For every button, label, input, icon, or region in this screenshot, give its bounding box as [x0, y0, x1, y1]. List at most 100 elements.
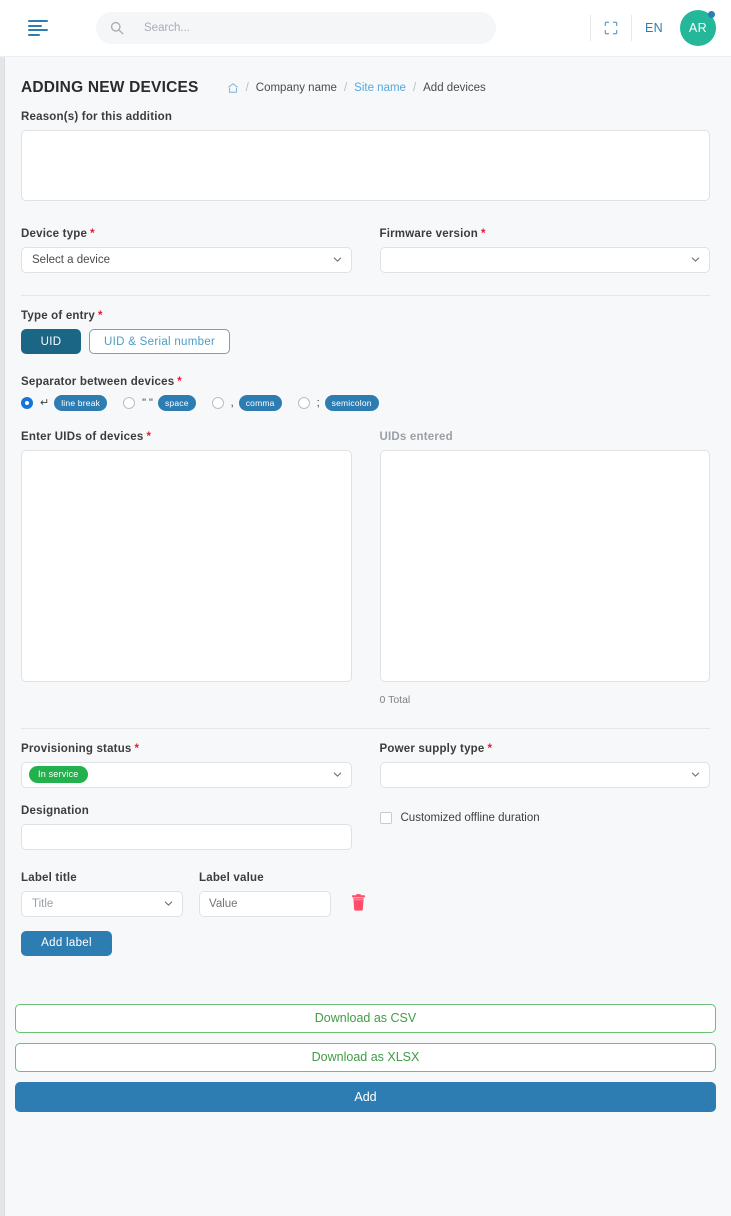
- uid-entry-row: Enter UIDs of devices * UIDs entered 0 To…: [21, 431, 710, 706]
- separator-symbol: ;: [316, 396, 320, 409]
- download-csv-button[interactable]: Download as CSV: [15, 1003, 716, 1033]
- power-supply-type-label: Power supply type *: [379, 742, 493, 755]
- separator-option-line-break[interactable]: ↵ line break: [21, 395, 108, 411]
- required-marker: *: [90, 228, 95, 240]
- avatar-status-dot: [708, 11, 715, 18]
- separator-group: Separator between devices * ↵ line break …: [21, 376, 710, 411]
- delete-label-button[interactable]: [347, 890, 369, 916]
- chevron-down-icon: [691, 257, 700, 262]
- add-label-button[interactable]: Add label: [21, 930, 112, 956]
- separator-option-comma[interactable]: , comma: [211, 395, 282, 411]
- device-firmware-row: Device type * Select a device Firmware ve…: [21, 228, 710, 273]
- form-content: Reason(s) for this addition Device type *…: [0, 111, 731, 956]
- firmware-version-group: Firmware version *: [379, 228, 710, 273]
- provisioning-power-row: Provisioning status * In service Designat…: [21, 743, 710, 850]
- uids-total-count: 0 Total: [379, 693, 411, 706]
- provisioning-status-group: Provisioning status * In service Designat…: [21, 743, 352, 850]
- breadcrumb-item-add-devices: Add devices: [423, 82, 486, 94]
- radio-line-break[interactable]: [21, 396, 33, 409]
- breadcrumb-separator: /: [412, 82, 417, 94]
- firmware-version-select[interactable]: [379, 247, 710, 273]
- label-title-placeholder: Title: [32, 897, 54, 910]
- download-xlsx-button[interactable]: Download as XLSX: [15, 1042, 716, 1072]
- footer-actions: Download as CSV Download as XLSX Add: [0, 1003, 731, 1112]
- separator-chip-semicolon: semicolon: [324, 395, 379, 411]
- provisioning-status-select[interactable]: In service: [21, 761, 352, 788]
- home-icon[interactable]: [227, 82, 239, 94]
- search-icon: [110, 21, 124, 35]
- separator-chip-line-break: line break: [54, 395, 108, 411]
- trash-icon: [351, 894, 365, 911]
- separator-chip-comma: comma: [238, 395, 282, 411]
- separator-option-semicolon[interactable]: ; semicolon: [297, 395, 379, 411]
- breadcrumb-separator: /: [245, 82, 249, 94]
- language-selector[interactable]: EN: [632, 21, 676, 35]
- designation-label: Designation: [21, 804, 90, 817]
- enter-uids-label: Enter UIDs of devices *: [21, 430, 152, 443]
- add-button[interactable]: Add: [15, 1081, 716, 1112]
- radio-comma[interactable]: [211, 396, 224, 409]
- chevron-down-icon: [164, 901, 173, 906]
- separator-chip-space: space: [157, 395, 196, 411]
- status-badge: In service: [29, 766, 88, 783]
- chevron-down-icon: [333, 772, 341, 777]
- breadcrumb-separator: /: [343, 82, 348, 94]
- fullscreen-icon[interactable]: [591, 21, 631, 35]
- section-divider: [21, 727, 710, 729]
- page-header: ADDING NEW DEVICES / Company name / Site…: [0, 57, 731, 111]
- chevron-down-icon: [333, 257, 341, 262]
- customized-offline-duration-row[interactable]: Customized offline duration: [379, 811, 711, 824]
- avatar-initials: AR: [688, 21, 708, 35]
- separator-symbol: ↵: [40, 397, 50, 410]
- customized-offline-duration-checkbox[interactable]: [379, 811, 392, 824]
- label-value-label: Label value: [199, 871, 264, 884]
- label-value-group: Label value: [199, 872, 331, 917]
- separator-symbol: " ": [142, 396, 153, 409]
- reason-label: Reason(s) for this addition: [21, 111, 173, 123]
- search-input[interactable]: [142, 21, 482, 35]
- uids-entered-textarea[interactable]: [379, 449, 710, 682]
- separator-label: Separator between devices *: [21, 376, 182, 388]
- label-value-input[interactable]: [199, 890, 331, 917]
- firmware-version-label: Firmware version *: [379, 228, 486, 240]
- designation-input[interactable]: [21, 823, 352, 850]
- top-bar-right-cluster: EN AR: [590, 0, 731, 56]
- label-pair-row: Label title Title Label value: [21, 872, 710, 917]
- label-title-group: Label title Title: [21, 872, 183, 917]
- power-supply-type-select[interactable]: [379, 761, 710, 788]
- separator-option-space[interactable]: " " space: [123, 395, 196, 411]
- separator-options: ↵ line break " " space , comma ; semicol…: [21, 395, 710, 411]
- uids-entered-label: UIDs entered: [379, 430, 453, 443]
- collapsed-sidebar-strip: [0, 0, 5, 1216]
- required-marker: *: [97, 310, 103, 322]
- separator-symbol: ,: [230, 396, 234, 409]
- device-type-select[interactable]: Select a device: [21, 247, 352, 273]
- hamburger-menu-icon[interactable]: [28, 20, 48, 36]
- breadcrumb-item-company: Company name: [255, 82, 337, 94]
- type-of-entry-label: Type of entry *: [21, 310, 103, 322]
- type-of-entry-group: Type of entry * UID UID & Serial number: [21, 310, 710, 354]
- device-type-value: Select a device: [32, 254, 110, 266]
- provisioning-status-label: Provisioning status *: [21, 742, 140, 755]
- chevron-down-icon: [691, 772, 700, 777]
- required-marker: *: [487, 742, 493, 755]
- power-supply-group: Power supply type * Customized offline du…: [379, 742, 711, 850]
- top-navigation-bar: EN AR: [0, 0, 731, 57]
- breadcrumb: / Company name / Site name / Add devices: [227, 82, 486, 94]
- enter-uids-textarea[interactable]: [21, 449, 352, 682]
- type-of-entry-option-uid-serial[interactable]: UID & Serial number: [89, 329, 231, 354]
- reason-textarea[interactable]: [21, 130, 710, 201]
- breadcrumb-item-site[interactable]: Site name: [354, 82, 406, 94]
- avatar[interactable]: AR: [680, 10, 716, 46]
- enter-uids-group: Enter UIDs of devices *: [21, 431, 352, 706]
- label-title-select[interactable]: Title: [21, 890, 183, 917]
- required-marker: *: [480, 228, 486, 240]
- required-marker: *: [146, 430, 152, 443]
- section-divider: [21, 295, 710, 296]
- radio-semicolon[interactable]: [297, 396, 310, 409]
- label-title-label: Label title: [21, 871, 77, 884]
- type-of-entry-option-uid[interactable]: UID: [21, 329, 81, 354]
- radio-space[interactable]: [123, 396, 136, 409]
- search-box[interactable]: [96, 12, 496, 44]
- required-marker: *: [177, 376, 182, 388]
